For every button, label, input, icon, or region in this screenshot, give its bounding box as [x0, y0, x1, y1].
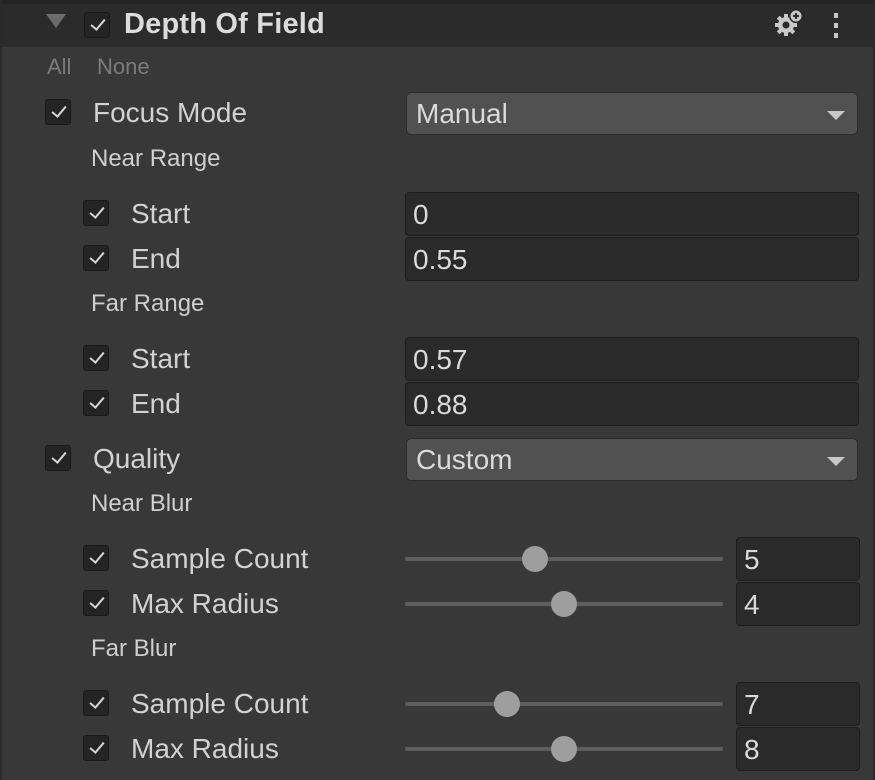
far-end-field[interactable]: 0.88: [405, 382, 859, 426]
quality-value: Custom: [416, 444, 513, 475]
focus-mode-value: Manual: [416, 98, 508, 129]
focus-mode-label: Focus Mode: [93, 97, 248, 128]
focus-mode-override-checkbox[interactable]: [45, 99, 71, 125]
near-start-value: 0: [413, 199, 429, 230]
far-max-radius-field[interactable]: 8: [736, 727, 860, 771]
far-start-value: 0.57: [413, 344, 468, 375]
near-max-radius-field[interactable]: 4: [736, 582, 860, 626]
near-sample-count-label: Sample Count: [131, 543, 309, 574]
near-end-field[interactable]: 0.55: [405, 237, 859, 281]
near-max-radius-slider-thumb[interactable]: [551, 591, 577, 617]
far-end-value: 0.88: [413, 389, 468, 420]
near-range-label: Near Range: [91, 145, 221, 172]
near-sample-count-slider-track[interactable]: [405, 557, 723, 561]
quality-label: Quality: [93, 443, 181, 474]
near-start-override-checkbox[interactable]: [83, 200, 109, 226]
far-sample-count-label: Sample Count: [131, 688, 309, 719]
far-end-label: End: [131, 388, 181, 419]
focus-mode-dropdown[interactable]: Manual: [406, 92, 858, 135]
near-start-label: Start: [131, 198, 191, 229]
select-none-link[interactable]: None: [97, 54, 150, 80]
quality-dropdown[interactable]: Custom: [406, 438, 858, 481]
quality-override-checkbox[interactable]: [45, 445, 71, 471]
component-enabled-checkbox[interactable]: [84, 12, 110, 38]
far-sample-count-slider-thumb[interactable]: [493, 691, 520, 717]
far-end-override-checkbox[interactable]: [83, 390, 109, 416]
far-blur-label: Far Blur: [91, 635, 177, 662]
near-end-value: 0.55: [413, 244, 468, 275]
more-vertical-icon[interactable]: [826, 10, 846, 40]
far-sample-count-slider-track[interactable]: [405, 702, 723, 706]
select-all-link[interactable]: All: [47, 54, 71, 80]
far-max-radius-value: 8: [744, 734, 760, 765]
near-sample-count-field[interactable]: 5: [736, 537, 860, 581]
gear-plus-icon[interactable]: [772, 8, 804, 40]
left-border: [0, 0, 2, 780]
far-max-radius-label: Max Radius: [131, 733, 279, 764]
near-blur-label: Near Blur: [91, 490, 193, 517]
far-sample-count-field[interactable]: 7: [736, 682, 860, 726]
far-start-label: Start: [131, 343, 191, 374]
near-sample-count-override-checkbox[interactable]: [83, 545, 109, 571]
near-max-radius-value: 4: [744, 589, 760, 620]
chevron-down-icon: [827, 457, 845, 466]
far-max-radius-slider-thumb[interactable]: [551, 736, 577, 762]
near-end-override-checkbox[interactable]: [83, 245, 109, 271]
component-title: Depth Of Field: [124, 8, 325, 40]
near-max-radius-override-checkbox[interactable]: [83, 590, 109, 616]
far-start-field[interactable]: 0.57: [405, 337, 859, 381]
near-sample-count-value: 5: [744, 544, 760, 575]
far-sample-count-value: 7: [744, 689, 760, 720]
chevron-down-icon: [827, 111, 845, 120]
near-start-field[interactable]: 0: [405, 192, 859, 236]
foldout-arrow-icon[interactable]: [46, 14, 66, 28]
near-sample-count-slider-thumb[interactable]: [522, 546, 549, 572]
far-sample-count-override-checkbox[interactable]: [83, 690, 109, 716]
near-end-label: End: [131, 243, 181, 274]
near-max-radius-label: Max Radius: [131, 588, 279, 619]
far-start-override-checkbox[interactable]: [83, 345, 109, 371]
far-max-radius-override-checkbox[interactable]: [83, 735, 109, 761]
far-range-label: Far Range: [91, 290, 205, 317]
